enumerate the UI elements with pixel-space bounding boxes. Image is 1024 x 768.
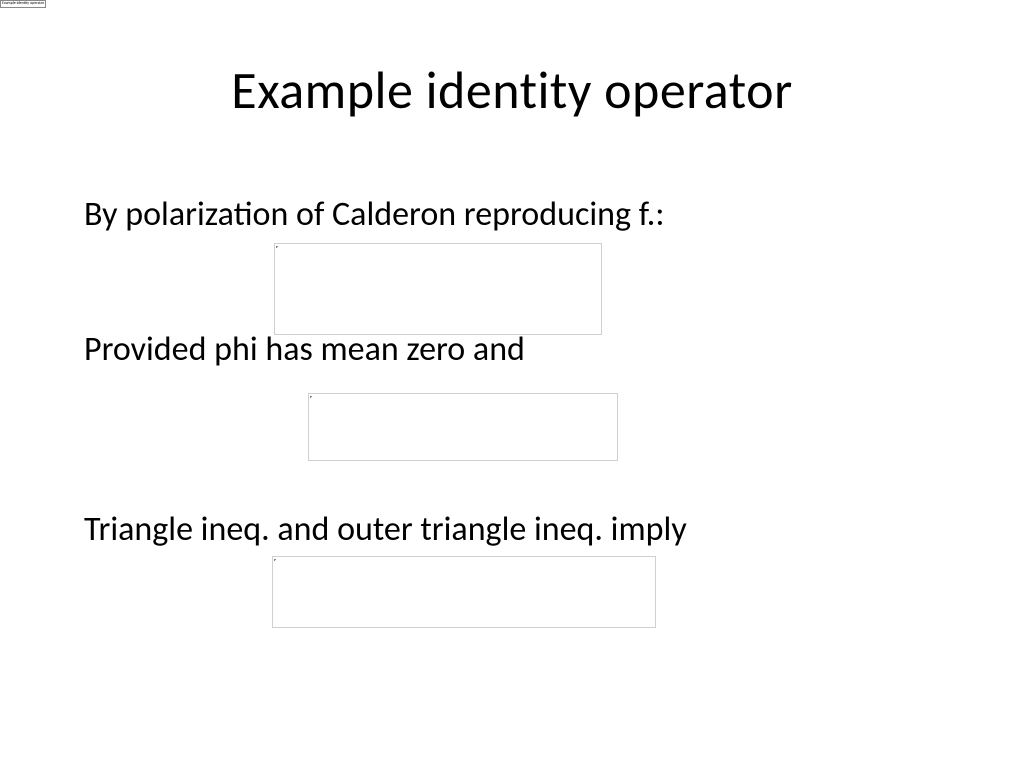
placeholder-corner-icon: ◤ [274,558,276,562]
body-line-3: Triangle ineq. and outer triangle ineq. … [84,510,944,549]
body-line-1: By polarization of Calderon reproducing … [84,195,944,234]
slide-area: Example identity operator By polarizatio… [0,0,1024,768]
placeholder-corner-icon: ◤ [310,395,312,399]
slide-title: Example identity operator [0,58,1024,122]
body-line-2: Provided phi has mean zero and [84,330,944,369]
equation-placeholder-1: ◤ [274,243,602,335]
equation-placeholder-2: ◤ [308,393,618,461]
equation-placeholder-3: ◤ [272,556,656,628]
placeholder-corner-icon: ◤ [276,245,278,249]
